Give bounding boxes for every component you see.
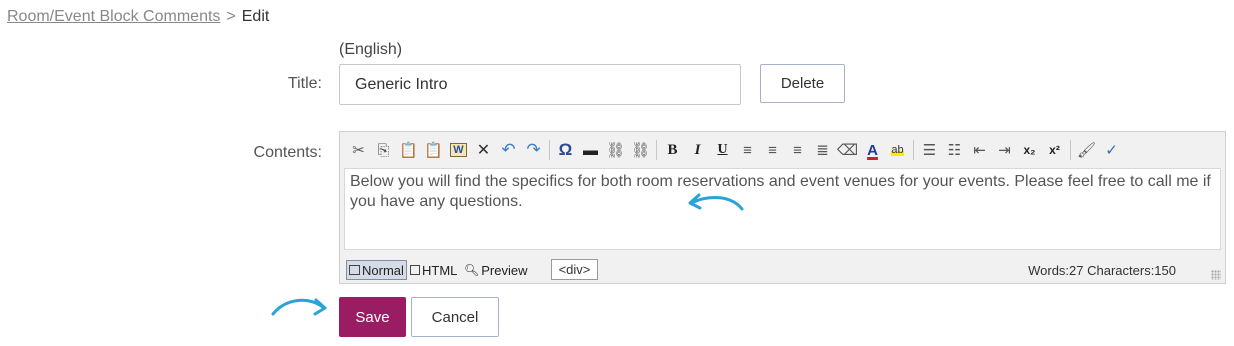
highlight-icon[interactable]: ab [885,138,910,162]
normal-mode-button[interactable]: Normal [346,260,407,280]
cut-icon-glyph: ✂ [352,142,365,159]
toolbar-separator [913,140,914,160]
ordered-list-icon[interactable]: ☰ [917,138,942,162]
paste-text-icon-glyph: 📋 [424,142,443,159]
format-painter-icon-glyph: 🖌 [1076,142,1097,159]
subscript-icon[interactable]: x₂ [1017,138,1042,162]
font-color-icon[interactable]: A [860,138,885,162]
italic-icon[interactable]: I [685,138,710,162]
delete-icon-glyph: ✕ [476,142,491,159]
eraser-icon[interactable]: ⌫ [835,138,860,162]
cancel-button[interactable]: Cancel [411,297,499,337]
magnifier-icon: 🔍︎ [464,263,480,277]
toolbar-separator [1070,140,1071,160]
editor-statusbar: Normal HTML 🔍︎ Preview <div> Words:27 Ch… [340,256,1225,283]
unlink-icon-glyph: ⛓ [630,142,651,159]
unlink-icon[interactable]: ⛓ [628,138,653,162]
language-label: (English) [339,41,403,58]
unordered-list-icon[interactable]: ☷ [942,138,967,162]
special-char-icon-glyph: Ω [558,140,573,159]
superscript-icon-glyph: x² [1049,143,1060,157]
breadcrumb: Room/Event Block Comments > Edit [7,8,269,26]
align-center-icon-glyph: ≡ [768,141,777,159]
toolbar-separator [656,140,657,160]
outdent-icon-glyph: ⇤ [973,142,986,159]
superscript-icon[interactable]: x² [1042,138,1067,162]
save-button[interactable]: Save [339,297,406,337]
resize-grip[interactable] [1211,270,1221,280]
special-char-icon[interactable]: Ω [553,138,578,162]
tag-selector-button[interactable]: <div> [551,259,598,280]
spellcheck-icon-glyph: ✓ [1105,142,1118,159]
html-mode-label: HTML [422,262,458,278]
underline-icon-glyph: U [717,142,728,157]
subscript-icon-glyph: x₂ [1023,143,1036,157]
paste-icon[interactable]: 📋 [396,138,421,162]
copy-icon-glyph: ⎘ [377,141,390,159]
annotation-arrow-icon [688,193,744,211]
normal-mode-icon [349,265,360,275]
italic-icon-glyph: I [694,141,701,158]
editor-content-text: Below you will find the specifics for bo… [350,173,1211,210]
align-right-icon-glyph: ≡ [793,141,802,159]
spellcheck-icon[interactable]: ✓ [1099,138,1124,162]
copy-icon[interactable]: ⎘ [371,138,396,162]
editor-content-area[interactable]: Below you will find the specifics for bo… [344,168,1221,250]
indent-icon-glyph: ⇥ [998,142,1011,159]
redo-icon-glyph: ↷ [526,140,541,159]
paste-word-icon[interactable]: W [446,138,471,162]
html-mode-button[interactable]: HTML [410,260,457,280]
bold-icon-glyph: B [667,141,678,158]
underline-icon[interactable]: U [710,138,735,162]
breadcrumb-parent-link[interactable]: Room/Event Block Comments [7,8,220,25]
horizontal-rule-icon-glyph: ▬ [583,141,598,159]
highlight-icon-glyph: ab [891,144,904,156]
link-icon-glyph: ⛓ [605,142,626,159]
paste-text-icon[interactable]: 📋 [421,138,446,162]
format-painter-icon[interactable]: 🖌 [1074,138,1099,162]
align-left-icon-glyph: ≡ [743,141,752,159]
link-icon[interactable]: ⛓ [603,138,628,162]
preview-mode-button[interactable]: 🔍︎ Preview [464,260,527,280]
indent-icon[interactable]: ⇥ [992,138,1017,162]
html-mode-icon [410,265,420,275]
justify-icon-glyph: ≣ [816,142,829,159]
justify-icon[interactable]: ≣ [810,138,835,162]
preview-mode-label: Preview [481,262,528,278]
delete-icon[interactable]: ✕ [471,138,496,162]
title-input[interactable] [339,64,741,105]
align-left-icon[interactable]: ≡ [735,138,760,162]
annotation-arrow-icon [271,298,327,316]
title-label: Title: [287,75,322,92]
unordered-list-icon-glyph: ☷ [947,142,962,159]
paste-word-icon-glyph: W [450,143,467,157]
font-color-icon-glyph: A [867,141,878,159]
outdent-icon[interactable]: ⇤ [967,138,992,162]
redo-icon[interactable]: ↷ [521,138,546,162]
paste-icon-glyph: 📋 [399,142,418,159]
undo-icon[interactable]: ↶ [496,138,521,162]
ordered-list-icon-glyph: ☰ [922,142,937,159]
cut-icon[interactable]: ✂ [346,138,371,162]
align-right-icon[interactable]: ≡ [785,138,810,162]
breadcrumb-current: Edit [241,8,270,25]
eraser-icon-glyph: ⌫ [836,142,859,159]
breadcrumb-separator: > [226,8,236,25]
bold-icon[interactable]: B [660,138,685,162]
toolbar-separator [549,140,550,160]
delete-button[interactable]: Delete [760,64,845,103]
word-character-count: Words:27 Characters:150 [1028,263,1176,278]
editor-toolbar: ✂ ⎘ 📋 📋 W ✕ ↶ ↷ Ω ▬ ⛓ ⛓ B I U ≡ ≡ ≡ ≣ ⌫ Aab ☰ ☷ ⇤ ⇥ x₂ x² 🖌 ✓ [340,132,1225,168]
horizontal-rule-icon[interactable]: ▬ [578,138,603,162]
normal-mode-label: Normal [362,262,404,278]
contents-label: Contents: [253,144,322,161]
align-center-icon[interactable]: ≡ [760,138,785,162]
undo-icon-glyph: ↶ [501,140,516,159]
rich-text-editor: ✂ ⎘ 📋 📋 W ✕ ↶ ↷ Ω ▬ ⛓ ⛓ B I U ≡ ≡ ≡ ≣ ⌫ Aab ☰ ☷ ⇤ ⇥ x₂ x² 🖌 ✓ Below … [339,131,1226,284]
